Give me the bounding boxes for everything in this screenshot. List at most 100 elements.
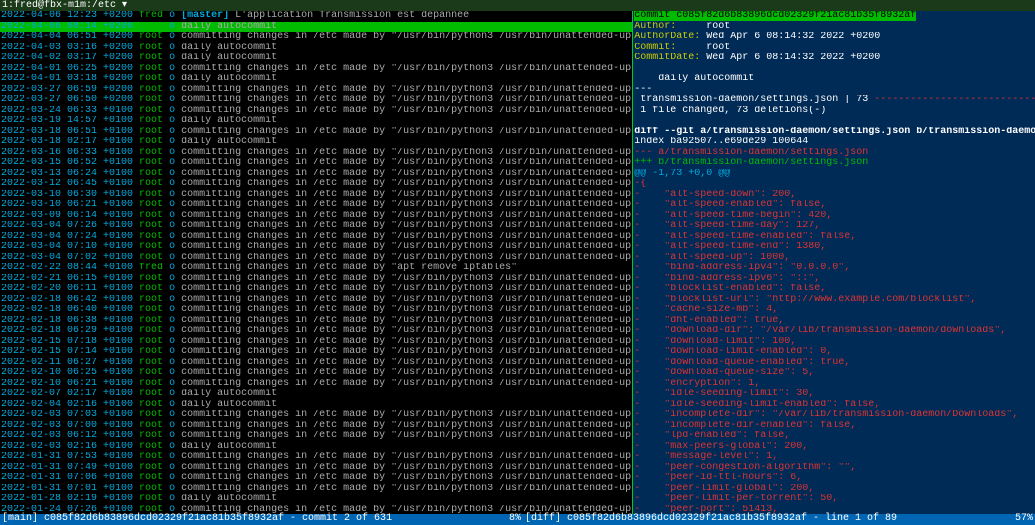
commit-row[interactable]: 2022-02-21 06:15 +0100 root o committing… xyxy=(0,274,632,285)
diff-removed-line: - "alt-speed-up": 1000, xyxy=(633,253,1035,264)
diff-pane[interactable]: commit c085f82d6b83896dcd02329f21ac81b35… xyxy=(633,11,1035,514)
commit-row[interactable]: 2022-02-18 06:29 +0100 root o committing… xyxy=(0,326,632,337)
commit-row[interactable]: 2022-04-02 03:17 +0200 root o daily auto… xyxy=(0,53,632,64)
diff-removed-line: - "download-queue-size": 5, xyxy=(633,368,1035,379)
commit-title: commit c085f82d6b83896dcd02329f21ac81b35… xyxy=(633,11,1035,22)
commit-row[interactable]: 2022-03-04 07:26 +0100 root o committing… xyxy=(0,221,632,232)
commit-message: daily autocommit xyxy=(633,74,1035,85)
diff-removed-line: -{ xyxy=(633,179,1035,190)
commit-row[interactable]: 2022-02-10 06:25 +0100 root o committing… xyxy=(0,368,632,379)
commit-row[interactable]: 2022-04-03 03:16 +0200 root o daily auto… xyxy=(0,43,632,54)
diff-removed-line: - "blocklist-url": "http://www.example.c… xyxy=(633,295,1035,306)
commit-row[interactable]: 2022-02-18 06:38 +0100 root o committing… xyxy=(0,316,632,327)
commit-commitdate: CommitDate: Wed Apr 6 08:14:32 2022 +020… xyxy=(633,53,1035,64)
commit-row[interactable]: 2022-03-10 06:30 +0100 root o committing… xyxy=(0,190,632,201)
commit-row[interactable]: 2022-02-11 06:27 +0100 root o committing… xyxy=(0,358,632,369)
diff-git: diff --git a/transmission-daemon/setting… xyxy=(633,127,1035,138)
diff-removed-line: - "blocklist-enabled": false, xyxy=(633,284,1035,295)
window-title: 1:fred@fbx-m1m:/etc ▾ xyxy=(0,0,1035,11)
diff-removed-line: - "alt-speed-time-end": 1380, xyxy=(633,242,1035,253)
commit-row[interactable]: 2022-02-07 02:17 +0100 root o daily auto… xyxy=(0,389,632,400)
diff-removed-line: - "alt-speed-time-enabled": false, xyxy=(633,232,1035,243)
diff-removed-line: - "alt-speed-down": 200, xyxy=(633,190,1035,201)
diff-removed-line: - "download-dir": "/var/lib/transmission… xyxy=(633,326,1035,337)
commit-row[interactable]: 2022-04-06 12:23 +0200 fred o [master] L… xyxy=(0,11,632,22)
commit-row[interactable]: 2022-02-18 06:40 +0100 root o committing… xyxy=(0,305,632,316)
commit-row[interactable]: 2022-04-01 03:18 +0200 root o daily auto… xyxy=(0,74,632,85)
commit-log-pane[interactable]: 2022-04-06 12:23 +0200 fred o [master] L… xyxy=(0,11,633,514)
commit-row[interactable]: 2022-02-22 08:44 +0100 fred o committing… xyxy=(0,263,632,274)
commit-row[interactable]: 2022-02-03 06:12 +0100 root o committing… xyxy=(0,431,632,442)
commit-row[interactable]: 2022-03-04 07:10 +0100 root o committing… xyxy=(0,242,632,253)
commit-row[interactable]: 2022-03-09 06:14 +0100 root o committing… xyxy=(0,211,632,222)
commit-row[interactable]: 2022-01-31 07:01 +0100 root o committing… xyxy=(0,484,632,495)
diff-line: --- xyxy=(633,85,1035,96)
commit-commit: Commit: root xyxy=(633,43,1035,54)
commit-row[interactable]: 2022-02-03 07:00 +0100 root o committing… xyxy=(0,421,632,432)
commit-author: Author: root xyxy=(633,22,1035,33)
diff-removed-line: - "download-limit-enabled": 0, xyxy=(633,347,1035,358)
commit-row[interactable]: 2022-03-04 07:24 +0100 root o committing… xyxy=(0,232,632,243)
diff-removed-line: - "peer-limit-per-torrent": 50, xyxy=(633,494,1035,505)
commit-row[interactable]: 2022-03-18 06:51 +0100 root o committing… xyxy=(0,127,632,138)
diff-stat: transmission-daemon/settings.json | 73 -… xyxy=(633,95,1035,106)
diff-index: index ba92507..e69de29 100644 xyxy=(633,137,1035,148)
status-left-text: [main] c085f82d6b83896dcd02329f21ac81b35… xyxy=(2,514,392,525)
commit-row[interactable]: 2022-02-10 06:21 +0100 root o committing… xyxy=(0,379,632,390)
commit-row[interactable]: 2022-02-18 06:42 +0100 root o committing… xyxy=(0,295,632,306)
commit-row[interactable]: 2022-01-28 02:19 +0100 root o daily auto… xyxy=(0,494,632,505)
diff-line xyxy=(633,116,1035,127)
diff-removed-line: - "incomplete-dir-enabled": false, xyxy=(633,421,1035,432)
commit-row[interactable]: 2022-03-10 06:21 +0100 root o committing… xyxy=(0,200,632,211)
status-left-pct: 8% xyxy=(509,514,521,525)
status-right-text: [diff] c085f82d6b83896dcd02329f21ac81b35… xyxy=(525,514,897,525)
diff-removed-line: - "encryption": 1, xyxy=(633,379,1035,390)
diff-removed-line: - "peer-id-ttl-hours": 6, xyxy=(633,473,1035,484)
diff-line xyxy=(633,64,1035,75)
diff-hunk: @@ -1,73 +0,0 @@ xyxy=(633,169,1035,180)
commit-row[interactable]: 2022-03-15 06:52 +0100 root o committing… xyxy=(0,158,632,169)
diff-removed-line: - "cache-size-mb": 4, xyxy=(633,305,1035,316)
commit-row[interactable]: 2022-01-31 07:49 +0100 root o committing… xyxy=(0,463,632,474)
diff-removed-line: - "alt-speed-time-day": 127, xyxy=(633,221,1035,232)
commit-row[interactable]: 2022-02-20 06:11 +0100 root o committing… xyxy=(0,284,632,295)
diff-minus-file: --- a/transmission-daemon/settings.json xyxy=(633,148,1035,159)
diff-removed-line: - "lpd-enabled": false, xyxy=(633,431,1035,442)
diff-removed-line: - "max-peers-global": 200, xyxy=(633,442,1035,453)
diff-removed-line: - "peer-limit-global": 200, xyxy=(633,484,1035,495)
commit-row[interactable]: 2022-03-12 06:45 +0100 root o committing… xyxy=(0,179,632,190)
diff-removed-line: - "bind-address-ipv4": "0.0.0.0", xyxy=(633,263,1035,274)
commit-row[interactable]: 2022-01-31 07:53 +0100 root o committing… xyxy=(0,452,632,463)
diff-plus-file: +++ b/transmission-daemon/settings.json xyxy=(633,158,1035,169)
diff-removed-line: - "alt-speed-enabled": false, xyxy=(633,200,1035,211)
status-bar: [main] c085f82d6b83896dcd02329f21ac81b35… xyxy=(0,514,1035,525)
commit-row[interactable]: 2022-02-03 07:03 +0100 root o committing… xyxy=(0,410,632,421)
commit-authordate: AuthorDate: Wed Apr 6 08:14:32 2022 +020… xyxy=(633,32,1035,43)
commit-row[interactable]: 2022-04-01 06:25 +0200 root o committing… xyxy=(0,64,632,75)
commit-row[interactable]: 2022-03-24 06:33 +0100 root o committing… xyxy=(0,106,632,117)
commit-row[interactable]: 2022-03-04 07:02 +0100 root o committing… xyxy=(0,253,632,264)
commit-row[interactable]: 2022-03-16 06:33 +0100 root o committing… xyxy=(0,148,632,159)
commit-row[interactable]: 2022-03-18 02:17 +0100 root o daily auto… xyxy=(0,137,632,148)
diff-removed-line: - "download-queue-enabled": true, xyxy=(633,358,1035,369)
diff-removed-line: - "download-limit": 100, xyxy=(633,337,1035,348)
diff-removed-line: - "alt-speed-time-begin": 420, xyxy=(633,211,1035,222)
diff-removed-line: - "incomplete-dir": "/var/lib/transmissi… xyxy=(633,410,1035,421)
commit-row[interactable]: 2022-03-19 14:57 +0100 root o daily auto… xyxy=(0,116,632,127)
diff-removed-line: - "peer-congestion-algorithm": "", xyxy=(633,463,1035,474)
diff-removed-line: - "idle-seeding-limit-enabled": false, xyxy=(633,400,1035,411)
diff-removed-line: - "idle-seeding-limit": 30, xyxy=(633,389,1035,400)
status-right-pct: 57% xyxy=(1015,514,1033,525)
diff-removed-line: - "message-level": 1, xyxy=(633,452,1035,463)
commit-row[interactable]: 2022-04-04 06:51 +0200 root o committing… xyxy=(0,32,632,43)
commit-row[interactable]: 2022-02-03 02:16 +0100 root o daily auto… xyxy=(0,442,632,453)
commit-row[interactable]: 2022-04-06 08:14 +0200 root o daily auto… xyxy=(0,22,632,33)
commit-row[interactable]: 2022-02-15 07:14 +0100 root o committing… xyxy=(0,347,632,358)
commit-row[interactable]: 2022-02-04 02:16 +0100 root o daily auto… xyxy=(0,400,632,411)
commit-row[interactable]: 2022-02-15 07:18 +0100 root o committing… xyxy=(0,337,632,348)
commit-row[interactable]: 2022-03-13 06:24 +0100 root o committing… xyxy=(0,169,632,180)
diff-removed-line: - "bind-address-ipv6": "::", xyxy=(633,274,1035,285)
commit-row[interactable]: 2022-03-27 06:50 +0200 root o committing… xyxy=(0,95,632,106)
commit-row[interactable]: 2022-03-27 06:59 +0200 root o committing… xyxy=(0,85,632,96)
commit-row[interactable]: 2022-01-31 07:06 +0100 root o committing… xyxy=(0,473,632,484)
